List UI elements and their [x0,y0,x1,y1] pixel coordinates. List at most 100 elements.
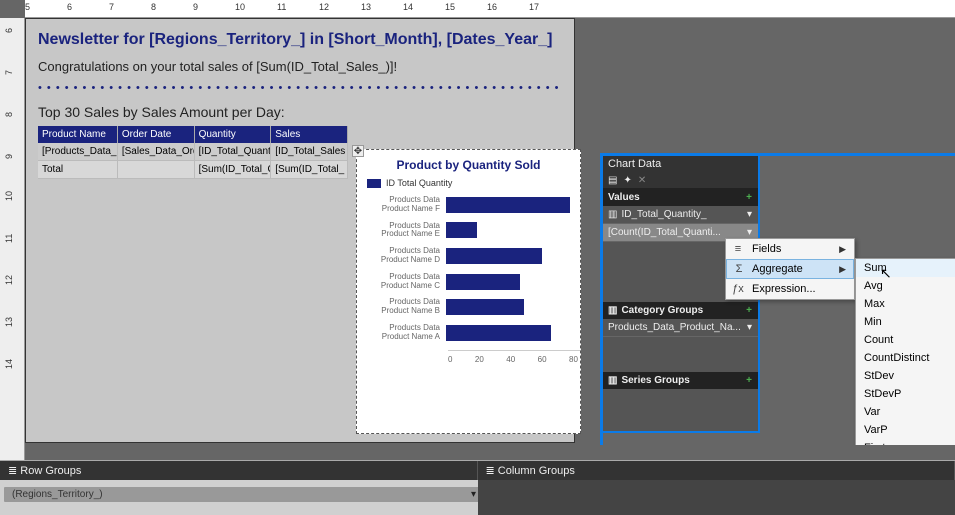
ruler-vertical: 6 7 8 9 10 11 12 13 14 [0,18,25,515]
table-header[interactable]: Order Date [117,126,194,143]
page-subtitle[interactable]: Congratulations on your total sales of [… [38,59,562,74]
panel-gap [602,337,758,372]
group-label: (Regions_Territory_) [12,489,103,500]
table-header[interactable]: Quantity [194,126,271,143]
groups-panel: ≣ Row Groups ≣ Column Groups (Regions_Te… [0,460,955,515]
add-value-button[interactable]: + [746,192,752,203]
category-field-item[interactable]: Products_Data_Product_Na... ▾ [602,319,758,337]
ruler-tick: 11 [277,2,286,12]
menu-item-aggregate[interactable]: Σ Aggregate ▶ [726,259,854,279]
submenu-item-min[interactable]: Min [856,313,955,331]
bar-row: Products Data Product Name F [361,196,570,214]
sales-table[interactable]: Product Name Order Date Quantity Sales [… [38,126,348,179]
ruler-tick: 14 [403,2,413,12]
submenu-item-countdistinct[interactable]: CountDistinct [856,349,955,367]
table-cell[interactable]: Total [38,161,117,179]
field-label: [Count(ID_Total_Quanti... [608,227,721,238]
column-groups-body[interactable] [478,480,955,515]
chart-bars: Products Data Product Name F Products Dat… [357,196,580,342]
table-header[interactable]: Sales [271,126,348,143]
ruler-tick: 12 [319,2,329,12]
table-cell[interactable]: [ID_Total_Sales [271,143,348,161]
header-label: Row Groups [20,465,81,477]
value-field-item[interactable]: ▥ID_Total_Quantity_ ▾ [602,206,758,224]
dropdown-icon[interactable]: ▾ [747,227,752,238]
design-canvas[interactable]: Newsletter for [Regions_Territory_] in [… [25,18,955,445]
section-label: Category Groups [621,305,703,316]
submenu-item-sum[interactable]: Sum [856,259,955,277]
ruler-tick: 12 [4,275,14,285]
add-category-button[interactable]: + [746,305,752,316]
submenu-item-max[interactable]: Max [856,295,955,313]
bar-fill [446,248,542,264]
sigma-icon: Σ [732,263,746,275]
close-icon[interactable]: ✕ [638,175,646,186]
group-icon: ▥ [608,375,617,386]
bar-label: Products Data Product Name E [361,222,446,240]
divider-dots: • • • • • • • • • • • • • • • • • • • • … [38,82,562,94]
ruler-tick: 16 [487,2,497,12]
submenu-item-avg[interactable]: Avg [856,277,955,295]
filter-icon[interactable]: ✦ [623,175,631,186]
ruler-tick: 6 [67,2,72,12]
bar-row: Products Data Product Name C [361,273,570,291]
menu-label: Expression... [752,283,816,295]
table-row[interactable]: Total [Sum(ID_Total_C [Sum(ID_Total_ [38,161,348,179]
legend-label: ID Total Quantity [386,178,452,188]
table-cell[interactable]: [Sales_Data_Ord [117,143,194,161]
table-cell[interactable]: [Products_Data_ [38,143,117,161]
dropdown-icon[interactable]: ▾ [747,209,752,220]
context-menu[interactable]: ≡ Fields ▶ Σ Aggregate ▶ ƒx Expression..… [725,238,855,300]
bar-label: Products Data Product Name F [361,196,446,214]
bar-track [446,222,570,238]
columns-icon: ≣ [486,465,495,477]
submenu-item-varp[interactable]: VarP [856,421,955,439]
move-handle-icon[interactable]: ✥ [352,145,364,157]
menu-item-expression[interactable]: ƒx Expression... [726,279,854,299]
submenu-item-var[interactable]: Var [856,403,955,421]
add-series-button[interactable]: + [746,375,752,386]
ruler-tick: 10 [235,2,245,12]
ruler-tick: 6 [4,28,14,33]
bar-row: Products Data Product Name E [361,222,570,240]
submenu-item-stdev[interactable]: StDev [856,367,955,385]
ruler-tick: 7 [4,70,14,75]
chart-title[interactable]: Product by Quantity Sold [357,150,580,178]
axis-tick: 40 [506,355,515,364]
aggregate-submenu[interactable]: SumAvgMaxMinCountCountDistinctStDevStDev… [855,258,955,445]
dropdown-icon[interactable]: ▾ [471,489,476,500]
panel-toolbar: ▤ ✦ ✕ [602,173,758,189]
table-cell[interactable]: [Sum(ID_Total_C [194,161,271,179]
values-section-header: Values + [602,189,758,206]
header-label: Column Groups [498,465,575,477]
row-groups-header: ≣ Row Groups [0,461,478,480]
toggle-icon[interactable]: ▤ [608,175,617,186]
field-label: ID_Total_Quantity_ [621,209,706,220]
menu-item-fields[interactable]: ≡ Fields ▶ [726,239,854,259]
submenu-item-count[interactable]: Count [856,331,955,349]
table-cell[interactable]: [ID_Total_Quant [194,143,271,161]
row-groups-body[interactable]: (Regions_Territory_) ▾ [0,480,478,515]
page-title[interactable]: Newsletter for [Regions_Territory_] in [… [38,31,562,49]
table-cell[interactable] [117,161,194,179]
submenu-arrow-icon: ▶ [839,244,846,255]
ruler-tick: 9 [4,154,14,159]
column-groups-header: ≣ Column Groups [478,461,955,480]
submenu-item-first[interactable]: First [856,439,955,445]
dropdown-icon[interactable]: ▾ [747,322,752,333]
bar-fill [446,299,524,315]
table-row[interactable]: [Products_Data_ [Sales_Data_Ord [ID_Tota… [38,143,348,161]
bar-track [446,197,570,213]
chart-region[interactable]: ✥ Product by Quantity Sold ID Total Quan… [356,149,581,434]
row-group-pill[interactable]: (Regions_Territory_) ▾ [4,487,484,502]
table-header[interactable]: Product Name [38,126,117,143]
ruler-tick: 11 [4,234,14,243]
axis-tick: 0 [448,355,452,364]
table-cell[interactable]: [Sum(ID_Total_ [271,161,348,179]
report-page[interactable]: Newsletter for [Regions_Territory_] in [… [25,18,575,443]
bar-track [446,274,570,290]
bar-row: Products Data Product Name B [361,298,570,316]
section-heading[interactable]: Top 30 Sales by Sales Amount per Day: [38,104,562,120]
ruler-tick: 17 [529,2,539,12]
submenu-item-stdevp[interactable]: StDevP [856,385,955,403]
